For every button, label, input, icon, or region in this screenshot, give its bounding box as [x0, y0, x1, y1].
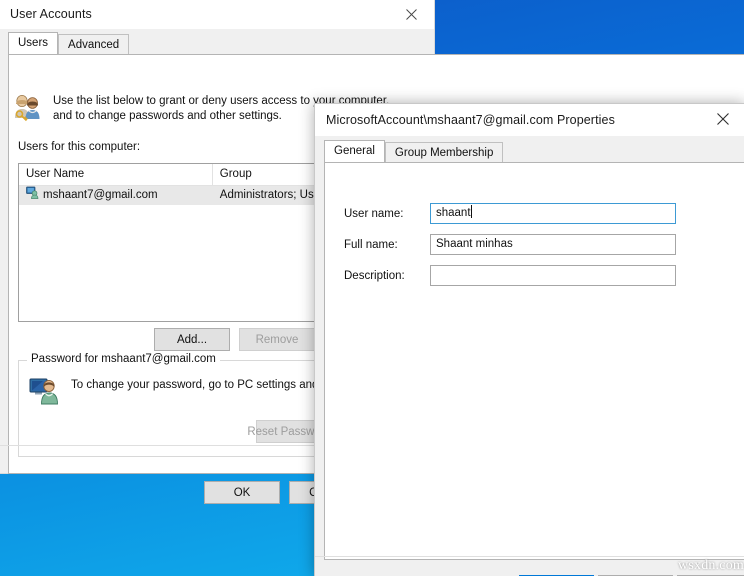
full-name-input-value: Shaant minhas — [436, 238, 513, 250]
users-listview[interactable]: User Name Group mshaant7@gmail.com Admin… — [18, 163, 340, 322]
close-icon[interactable] — [700, 104, 744, 134]
user-name-input[interactable]: shaant — [430, 203, 676, 224]
users-key-icon — [11, 91, 43, 128]
cell-user-name-text: mshaant7@gmail.com — [43, 189, 158, 201]
properties-footer-divider — [315, 556, 744, 557]
add-button-label: Add... — [176, 333, 208, 346]
users-list-label: Users for this computer: — [18, 141, 141, 153]
tab-general[interactable]: General — [324, 140, 385, 162]
full-name-label: Full name: — [344, 238, 398, 251]
add-button[interactable]: Add... — [154, 328, 230, 351]
tab-group-membership[interactable]: Group Membership — [384, 142, 504, 162]
tab-advanced[interactable]: Advanced — [58, 34, 130, 54]
user-accounts-title: User Accounts — [10, 7, 92, 21]
account-properties-dialog: MicrosoftAccount\mshaant7@gmail.com Prop… — [314, 103, 744, 576]
tab-advanced-label: Advanced — [68, 39, 120, 51]
table-row[interactable]: mshaant7@gmail.com Administrators; Users — [19, 186, 339, 205]
properties-titlebar: MicrosoftAccount\mshaant7@gmail.com Prop… — [315, 104, 744, 136]
user-accounts-ok-label: OK — [233, 486, 251, 499]
properties-tabstrip: General Group Membership — [324, 140, 735, 162]
tab-general-label: General — [334, 145, 375, 157]
user-accounts-titlebar: User Accounts — [0, 0, 434, 29]
description-label: Description: — [344, 269, 405, 282]
remove-button: Remove — [239, 328, 315, 351]
tab-users-label: Users — [18, 37, 49, 49]
password-groupbox-legend: Password for mshaant7@gmail.com — [27, 353, 220, 365]
user-monitor-icon — [29, 374, 61, 411]
properties-body: General Group Membership User name: shaa… — [315, 136, 744, 576]
full-name-input[interactable]: Shaant minhas — [430, 234, 676, 255]
properties-title: MicrosoftAccount\mshaant7@gmail.com Prop… — [326, 113, 615, 127]
description-field-row: Description: — [344, 265, 676, 286]
password-groupbox: Password for mshaant7@gmail.com To chang… — [18, 353, 401, 457]
user-accounts-tabstrip: Users Advanced — [8, 32, 424, 54]
user-accounts-ok-button[interactable]: OK — [204, 481, 280, 504]
description-input[interactable] — [430, 265, 676, 286]
password-groupbox-content: To change your password, go to PC settin… — [19, 361, 401, 411]
column-header-user-name[interactable]: User Name — [19, 164, 213, 185]
cell-user-name: mshaant7@gmail.com — [19, 186, 213, 206]
user-name-label: User name: — [344, 207, 404, 220]
user-name-field-row: User name: shaant — [344, 203, 676, 224]
user-name-input-value: shaant — [436, 207, 471, 219]
listview-header: User Name Group — [19, 164, 339, 186]
desktop-background: User Accounts Users Advanced Use the lis… — [0, 0, 744, 576]
tab-group-membership-label: Group Membership — [394, 147, 494, 159]
close-icon[interactable] — [389, 0, 434, 29]
text-caret — [470, 205, 472, 218]
user-account-icon — [26, 186, 39, 206]
tab-users[interactable]: Users — [8, 32, 59, 54]
full-name-field-row: Full name: Shaant minhas — [344, 234, 676, 255]
remove-button-label: Remove — [255, 333, 299, 346]
